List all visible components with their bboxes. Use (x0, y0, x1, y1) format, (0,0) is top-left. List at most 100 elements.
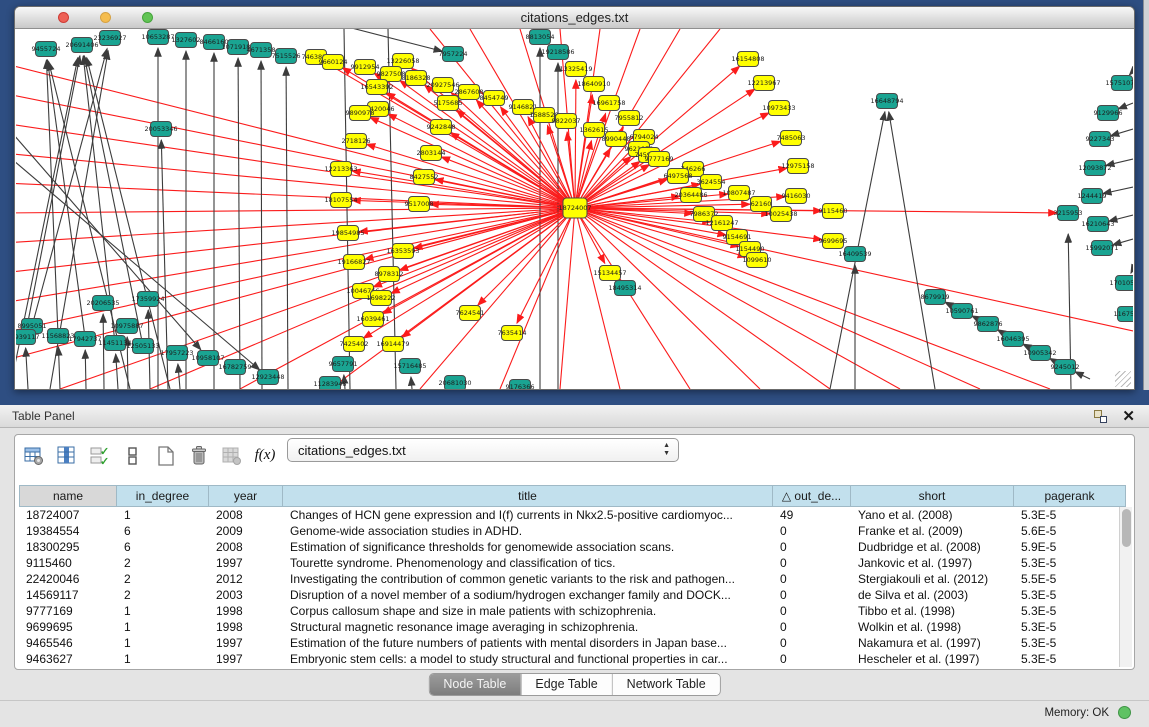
table-row[interactable]: 1938455462009Genome-wide association stu… (19, 523, 1126, 539)
import-table-icon[interactable] (219, 442, 245, 470)
function-icon[interactable]: f(x) (252, 442, 278, 470)
table-cell: 0 (773, 619, 851, 635)
table-cell: 5.3E-5 (1014, 555, 1126, 571)
graph-node-label: 7635414 (498, 329, 527, 337)
table-cell: Investigating the contribution of common… (283, 571, 773, 587)
table-row[interactable]: 2242004622012Investigating the contribut… (19, 571, 1126, 587)
graph-node-label: 12975158 (781, 162, 814, 170)
table-cell: 18724007 (19, 507, 117, 523)
table-row[interactable]: 1872400712008Changes of HCN gene express… (19, 507, 1126, 523)
table-cell: Hescheler et al. (1997) (851, 651, 1014, 667)
graph-node-label: 13325419 (559, 65, 592, 73)
combo-stepper-icon: ▲▼ (663, 442, 670, 458)
graph-edge (560, 208, 575, 389)
column-header-out_de[interactable]: △ out_de... (773, 485, 851, 507)
scrollbar-thumb[interactable] (1122, 509, 1131, 547)
graph-node-label: 16039461 (356, 315, 389, 323)
table-selector[interactable]: citations_edges.txt ▲▼ (287, 438, 679, 462)
graph-node-label: 20206535 (86, 299, 119, 307)
graph-edge (116, 354, 118, 389)
graph-node-label: 20053346 (144, 125, 177, 133)
table-cell: 1 (117, 603, 209, 619)
graph-node-label: 10958107 (191, 354, 224, 362)
table-cell: 0 (773, 523, 851, 539)
table-row[interactable]: 969969511998Structural magnetic resonanc… (19, 619, 1126, 635)
graph-edge (238, 58, 240, 389)
table-cell: Estimation of the future numbers of pati… (283, 635, 773, 651)
graph-node-label: 7485063 (777, 134, 806, 142)
graph-node-label: 3215953 (1054, 209, 1083, 217)
table-cell: 2003 (209, 587, 283, 603)
graph-edge (450, 133, 575, 208)
graph-node-label: 9416030 (782, 192, 811, 200)
table-row[interactable]: 1830029562008Estimation of significance … (19, 539, 1126, 555)
graph-node-label: 13226058 (386, 57, 419, 65)
close-panel-icon[interactable]: ✕ (1122, 407, 1135, 425)
column-header-title[interactable]: title (283, 485, 773, 507)
graph-node-label: 12213363 (324, 165, 357, 173)
table-row[interactable]: 946362711997Embryonic stem cells: a mode… (19, 651, 1126, 667)
table-row[interactable]: 1456911722003Disruption of a novel membe… (19, 587, 1126, 603)
graph-node-label: 10653287 (141, 33, 174, 41)
table-scrollbar[interactable] (1119, 507, 1132, 667)
column-header-name[interactable]: name (19, 485, 117, 507)
table-cell: 6 (117, 539, 209, 555)
new-document-icon[interactable] (153, 442, 179, 470)
column-header-year[interactable]: year (209, 485, 283, 507)
table-cell: 5.9E-5 (1014, 539, 1126, 555)
graph-edge (85, 350, 86, 389)
graph-node-label: 10025438 (764, 210, 797, 218)
graph-node-label: 1698222 (367, 294, 396, 302)
table-cell: 2008 (209, 507, 283, 523)
rows-icon[interactable] (120, 442, 146, 470)
table-cell: 14569117 (19, 587, 117, 603)
graph-node-label: 11283948 (313, 380, 346, 388)
table-cell: 2008 (209, 539, 283, 555)
table-cell: 9699695 (19, 619, 117, 635)
tab-edge-table[interactable]: Edge Table (520, 674, 611, 695)
table-cell: 0 (773, 651, 851, 667)
graph-node-label: 12923448 (251, 373, 284, 381)
graph-node-label: 9455724 (32, 45, 61, 53)
table-cell: 0 (773, 587, 851, 603)
table-row[interactable]: 946554611997Estimation of the future num… (19, 635, 1126, 651)
table-cell: 0 (773, 603, 851, 619)
graph-edge (16, 208, 575, 303)
graph-node-label: 17942737 (68, 335, 101, 343)
table-panel-title: Table Panel (12, 409, 75, 423)
graph-node-label: 15716485 (393, 362, 426, 370)
table-settings-icon[interactable] (21, 442, 47, 470)
graph-node-label: 10975887 (110, 322, 143, 330)
table-cell: 5.3E-5 (1014, 651, 1126, 667)
graph-node-label: 10807487 (722, 189, 755, 197)
table-cell: 18300295 (19, 539, 117, 555)
network-window: citations_edges.txt 94557242069140623236… (14, 6, 1135, 390)
graph-node-label: 18724007 (558, 204, 591, 212)
tab-node-table[interactable]: Node Table (429, 674, 520, 695)
table-row[interactable]: 911546021997Tourette syndrome. Phenomeno… (19, 555, 1126, 571)
graph-node-label: 20681030 (438, 379, 471, 387)
table-cell: Tibbo et al. (1998) (851, 603, 1014, 619)
column-select-icon[interactable] (54, 442, 80, 470)
svg-text:✓: ✓ (100, 456, 109, 467)
float-panel-icon[interactable] (1094, 410, 1107, 423)
graph-node-label: 2718126 (342, 137, 371, 145)
resize-grip[interactable] (1115, 371, 1131, 387)
column-header-short[interactable]: short (851, 485, 1014, 507)
graph-node-label: 9245012 (1051, 363, 1080, 371)
delete-icon[interactable] (186, 442, 212, 470)
table-row[interactable]: 977716911998Corpus callosum shape and si… (19, 603, 1126, 619)
network-canvas[interactable]: 9455724206914062323692710653287132760284… (16, 29, 1133, 389)
graph-edge (575, 95, 592, 208)
column-header-pagerank[interactable]: pagerank (1014, 485, 1126, 507)
row-check-icon[interactable]: ✓✓ (87, 442, 113, 470)
network-window-titlebar[interactable]: citations_edges.txt (15, 7, 1134, 29)
column-header-in_degree[interactable]: in_degree (117, 485, 209, 507)
graph-node-label: 12161247 (705, 219, 738, 227)
network-graph: 9455724206914062323692710653287132760284… (16, 29, 1133, 389)
graph-node-label: 8813054 (526, 33, 555, 41)
tab-network-table[interactable]: Network Table (612, 674, 720, 695)
graph-node-label: 12213967 (747, 79, 780, 87)
graph-node-label: 9822037 (552, 117, 581, 125)
graph-node-label: 6497568 (664, 172, 693, 180)
